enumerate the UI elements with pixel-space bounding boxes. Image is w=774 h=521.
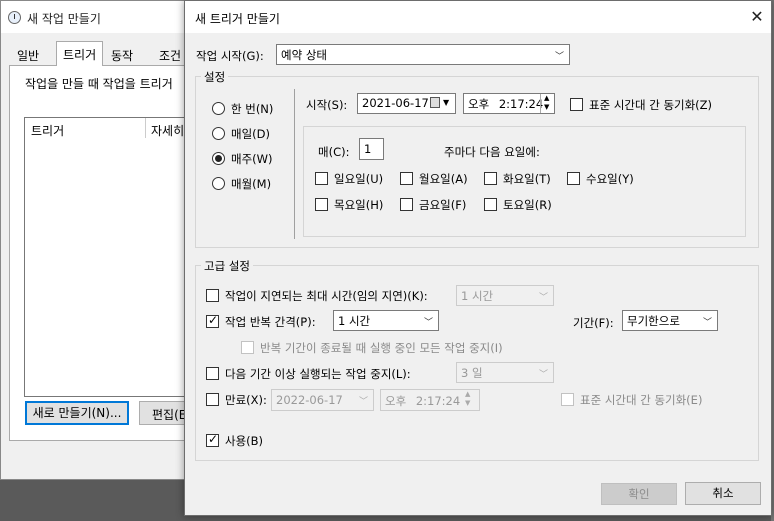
sunday-label: 일요일(U) (334, 172, 384, 186)
begin-task-value: 예약 상태 (281, 48, 327, 62)
settings-divider (294, 89, 295, 239)
new-trigger-button[interactable]: 새로 만들기(N)... (25, 401, 129, 425)
chevron-down-icon: ﹀ (358, 397, 368, 407)
advanced-group-title: 고급 설정 (201, 258, 253, 274)
background-window-title: 새 작업 만들기 (27, 12, 101, 26)
expire-date-value: 2022-06-17 (276, 393, 343, 407)
spin-up-icon[interactable]: ▲ (465, 390, 470, 398)
start-time-picker[interactable]: 오후 2:17:24 ▲ ▼ (463, 93, 555, 114)
column-header-trigger[interactable]: 트리거 (31, 122, 64, 139)
recur-every-input[interactable]: 1 (359, 138, 384, 160)
stop-longer-label: 다음 기간 이상 실행되는 작업 중지(L): (225, 367, 411, 381)
new-trigger-dialog: 새 트리거 만들기 ✕ 작업 시작(G): 예약 상태 ﹀ 설정 한 번(N) … (184, 0, 772, 516)
stop-at-end-checkbox[interactable] (241, 341, 254, 354)
close-icon[interactable]: ✕ (747, 7, 767, 27)
tuesday-label: 화요일(T) (503, 172, 551, 186)
sunday-checkbox[interactable] (315, 172, 328, 185)
delay-checkbox[interactable] (206, 289, 219, 302)
start-sync-checkbox[interactable] (570, 98, 583, 111)
radio-weekly[interactable] (212, 152, 225, 165)
duration-label: 기간(F): (573, 316, 614, 330)
expire-time-picker[interactable]: 오후 2:17:24 ▲ ▼ (380, 389, 480, 411)
expire-label: 만료(X): (225, 393, 267, 407)
tuesday-checkbox[interactable] (484, 172, 497, 185)
wednesday-label: 수요일(Y) (586, 172, 634, 186)
start-time-value: 2:17:24 (498, 97, 544, 111)
tab-actions[interactable]: 동작 (105, 43, 139, 65)
chevron-down-icon: ﹀ (423, 318, 433, 328)
expire-time-value: 2:17:24 (415, 394, 461, 408)
time-spinner[interactable]: ▲ ▼ (540, 94, 554, 113)
settings-group-title: 설정 (201, 69, 229, 85)
start-ampm: 오후 (468, 97, 490, 111)
duration-select[interactable]: 무기한으로 ﹀ (622, 310, 718, 331)
enabled-checkbox[interactable] (206, 432, 219, 447)
begin-task-label: 작업 시작(G): (196, 49, 264, 63)
calendar-icon (430, 97, 440, 108)
tab-general[interactable]: 일반 (11, 43, 45, 65)
start-sync-label: 표준 시간대 간 동기화(Z) (589, 98, 713, 112)
stop-longer-value: 3 일 (461, 366, 483, 380)
radio-weekly-label: 매주(W) (231, 152, 273, 166)
delay-select[interactable]: 1 시간 ﹀ (456, 285, 554, 306)
recur-every-label: 매(C): (318, 145, 350, 159)
friday-label: 금요일(F) (419, 198, 467, 212)
start-date-picker[interactable]: 2021-06-17 ▼ (357, 93, 456, 114)
spin-down-icon[interactable]: ▼ (465, 399, 470, 407)
background-window: 새 작업 만들기 일반 트리거 동작 조건 작업을 만들 때 작업을 트리거 트… (0, 0, 201, 480)
dialog-title: 새 트리거 만들기 (195, 12, 280, 26)
column-header-details[interactable]: 자세히 (151, 122, 184, 139)
expire-ampm: 오후 (385, 394, 407, 408)
expire-sync-checkbox[interactable] (561, 393, 574, 406)
begin-task-select[interactable]: 예약 상태 ﹀ (276, 44, 570, 65)
delay-value: 1 시간 (461, 289, 494, 303)
weeks-on-label: 주마다 다음 요일에: (444, 145, 540, 159)
monday-checkbox[interactable] (400, 172, 413, 185)
tab-triggers[interactable]: 트리거 (56, 41, 104, 66)
radio-daily[interactable] (212, 127, 225, 140)
saturday-checkbox[interactable] (484, 198, 497, 211)
saturday-label: 토요일(R) (503, 198, 552, 212)
chevron-down-icon: ﹀ (538, 370, 548, 380)
repeat-checkbox[interactable] (206, 313, 219, 328)
radio-one-time-label: 한 번(N) (231, 102, 274, 116)
trigger-description: 작업을 만들 때 작업을 트리거 (25, 77, 173, 91)
start-label: 시작(S): (306, 98, 348, 112)
expire-date-picker[interactable]: 2022-06-17 ﹀ (271, 389, 374, 411)
radio-monthly[interactable] (212, 177, 225, 190)
radio-monthly-label: 매월(M) (231, 177, 272, 191)
ok-button[interactable]: 확인 (601, 483, 677, 505)
start-date-value: 2021-06-17 (362, 96, 429, 110)
spin-down-icon[interactable]: ▼ (544, 103, 549, 111)
chevron-down-icon: ﹀ (702, 318, 712, 328)
thursday-checkbox[interactable] (315, 198, 328, 211)
friday-checkbox[interactable] (400, 198, 413, 211)
stop-longer-select[interactable]: 3 일 ﹀ (456, 362, 554, 383)
spin-up-icon[interactable]: ▲ (544, 94, 549, 102)
chevron-down-icon: ﹀ (538, 293, 548, 303)
repeat-interval-value: 1 시간 (338, 314, 371, 328)
delay-label: 작업이 지연되는 최대 시간(임의 지연)(K): (225, 289, 428, 303)
duration-value: 무기한으로 (627, 314, 680, 328)
repeat-label: 작업 반복 간격(P): (225, 315, 316, 329)
chevron-down-icon: ﹀ (554, 52, 564, 62)
caret-down-icon: ▼ (443, 98, 450, 107)
wednesday-checkbox[interactable] (567, 172, 580, 185)
tab-conditions[interactable]: 조건 (153, 43, 187, 65)
stop-at-end-label: 반복 기간이 종료될 때 실행 중인 모든 작업 중지(I) (260, 341, 503, 355)
monday-label: 월요일(A) (419, 172, 468, 186)
cancel-button[interactable]: 취소 (685, 482, 761, 505)
thursday-label: 목요일(H) (334, 198, 384, 212)
expire-checkbox[interactable] (206, 393, 219, 406)
trigger-list[interactable] (24, 117, 201, 397)
enabled-label: 사용(B) (225, 434, 264, 448)
clock-icon (8, 11, 21, 24)
expire-sync-label: 표준 시간대 간 동기화(E) (580, 393, 703, 407)
radio-one-time[interactable] (212, 102, 225, 115)
radio-daily-label: 매일(D) (231, 127, 270, 141)
repeat-interval-select[interactable]: 1 시간 ﹀ (333, 310, 439, 331)
stop-longer-checkbox[interactable] (206, 367, 219, 380)
column-divider (145, 118, 146, 138)
